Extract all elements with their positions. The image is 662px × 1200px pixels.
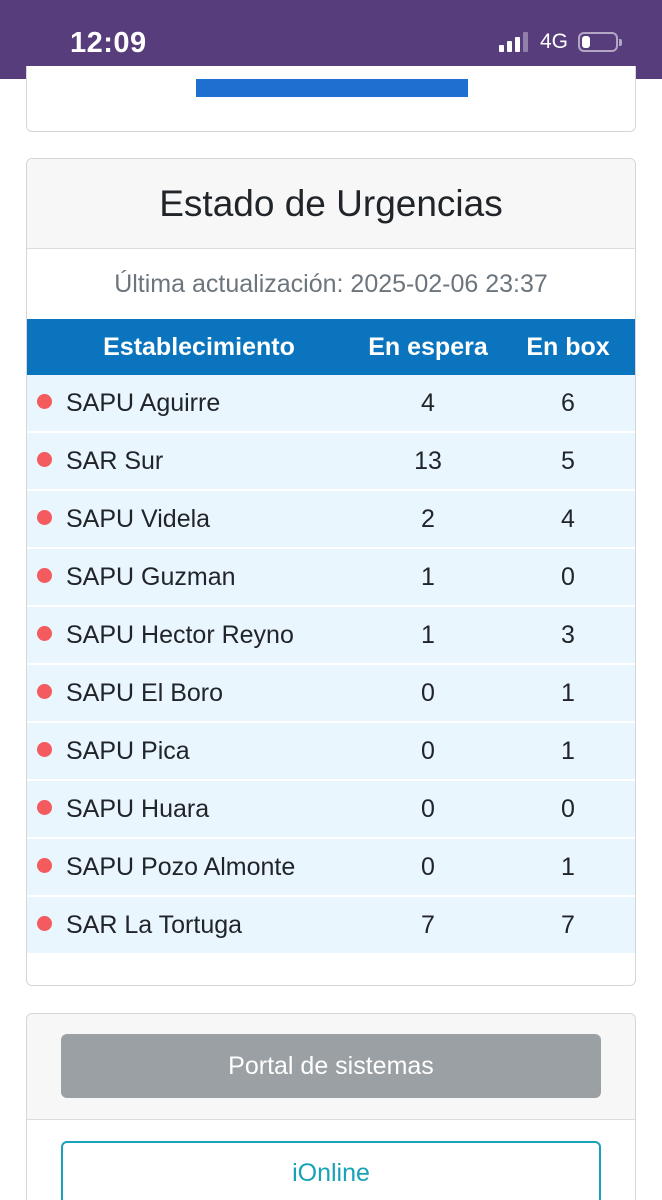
status-dot-icon [37, 394, 52, 410]
en-espera-cell: 0 [355, 723, 501, 781]
establecimiento-cell: SAPU Pica [27, 723, 355, 781]
last-update-text: Última actualización: 2025-02-06 23:37 [114, 269, 548, 298]
en-espera-cell: 0 [355, 665, 501, 723]
establecimiento-name: SAR Sur [66, 446, 164, 475]
en-espera-cell: 7 [355, 897, 501, 955]
establecimiento-cell: SAPU El Boro [27, 665, 355, 723]
en-box-cell: 3 [501, 607, 635, 665]
en-box-cell: 1 [501, 839, 635, 897]
links-card: Portal de sistemas iOnline [26, 1013, 636, 1200]
urgencias-card: Estado de Urgencias Última actualización… [26, 158, 636, 986]
status-dot-icon [37, 916, 52, 932]
portal-button[interactable]: Portal de sistemas [61, 1034, 601, 1098]
status-indicators: 4G [498, 30, 622, 54]
en-box-cell: 7 [501, 897, 635, 955]
battery-level [582, 36, 590, 48]
card-title: Estado de Urgencias [27, 159, 635, 249]
establecimiento-name: SAPU Hector Reyno [66, 620, 294, 649]
en-box-cell: 4 [501, 491, 635, 549]
urgencias-table: Establecimiento En espera En box SAPU Ag… [27, 319, 635, 955]
table-row: SAPU Videla 2 4 [27, 491, 635, 549]
establecimiento-name: SAPU Pica [66, 736, 190, 765]
status-dot-icon [37, 510, 52, 526]
establecimiento-name: SAPU Pozo Almonte [66, 852, 296, 881]
establecimiento-name: SAPU Huara [66, 794, 210, 823]
en-espera-cell: 1 [355, 607, 501, 665]
status-dot-icon [37, 626, 52, 642]
en-box-cell: 5 [501, 433, 635, 491]
signal-icon [498, 32, 528, 52]
establecimiento-cell: SAPU Videla [27, 491, 355, 549]
establecimiento-cell: SAR Sur [27, 433, 355, 491]
en-espera-cell: 13 [355, 433, 501, 491]
column-header-establecimiento: Establecimiento [27, 319, 355, 375]
column-header-en-box: En box [501, 319, 635, 375]
status-dot-icon [37, 858, 52, 874]
network-type: 4G [539, 30, 568, 53]
establecimiento-cell: SAPU Aguirre [27, 375, 355, 433]
table-header-row: Establecimiento En espera En box [27, 319, 635, 375]
en-box-cell: 1 [501, 665, 635, 723]
en-espera-cell: 4 [355, 375, 501, 433]
column-header-en-espera: En espera [355, 319, 501, 375]
establecimiento-name: SAPU El Boro [66, 678, 224, 707]
establecimiento-cell: SAPU Huara [27, 781, 355, 839]
table-row: SAR Sur 13 5 [27, 433, 635, 491]
en-espera-cell: 2 [355, 491, 501, 549]
en-espera-cell: 0 [355, 839, 501, 897]
table-row: SAPU Hector Reyno 1 3 [27, 607, 635, 665]
table-row: SAPU Huara 0 0 [27, 781, 635, 839]
table-row: SAPU Pozo Almonte 0 1 [27, 839, 635, 897]
status-dot-icon [37, 568, 52, 584]
status-dot-icon [37, 452, 52, 468]
status-dot-icon [37, 800, 52, 816]
en-espera-cell: 1 [355, 549, 501, 607]
top-card [26, 66, 636, 132]
establecimiento-cell: SAPU Guzman [27, 549, 355, 607]
table-row: SAPU Pica 0 1 [27, 723, 635, 781]
top-action-button[interactable] [196, 79, 468, 97]
en-box-cell: 1 [501, 723, 635, 781]
table-row: SAPU Aguirre 4 6 [27, 375, 635, 433]
battery-icon [578, 32, 622, 52]
table-row: SAPU El Boro 0 1 [27, 665, 635, 723]
en-box-cell: 0 [501, 781, 635, 839]
establecimiento-name: SAPU Aguirre [66, 388, 221, 417]
status-dot-icon [37, 684, 52, 700]
status-dot-icon [37, 742, 52, 758]
establecimiento-name: SAPU Videla [66, 504, 211, 533]
en-espera-cell: 0 [355, 781, 501, 839]
establecimiento-name: SAR La Tortuga [66, 910, 243, 939]
status-time: 12:09 [70, 27, 147, 59]
establecimiento-cell: SAPU Pozo Almonte [27, 839, 355, 897]
en-box-cell: 6 [501, 375, 635, 433]
table-row: SAR La Tortuga 7 7 [27, 897, 635, 955]
establecimiento-cell: SAPU Hector Reyno [27, 607, 355, 665]
table-row: SAPU Guzman 1 0 [27, 549, 635, 607]
ionline-button[interactable]: iOnline [61, 1141, 601, 1200]
en-box-cell: 0 [501, 549, 635, 607]
establecimiento-name: SAPU Guzman [66, 562, 236, 591]
establecimiento-cell: SAR La Tortuga [27, 897, 355, 955]
